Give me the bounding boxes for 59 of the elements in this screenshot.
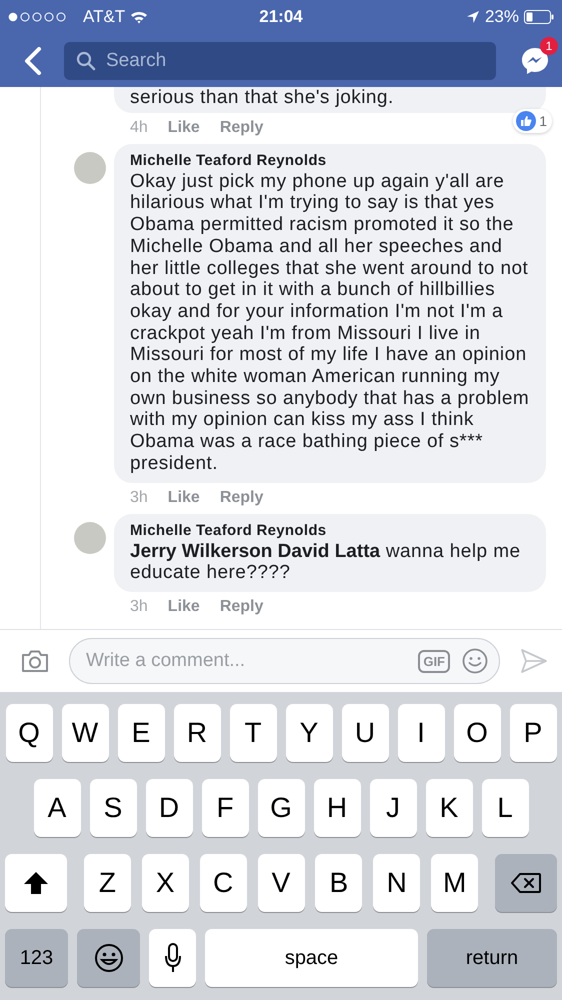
letter-key[interactable]: B <box>315 854 362 912</box>
comment-time: 3h <box>130 598 148 616</box>
letter-key[interactable]: L <box>482 779 528 837</box>
letter-key[interactable]: V <box>258 854 304 912</box>
letter-key[interactable]: Q <box>6 704 52 762</box>
comment-author[interactable]: Michelle Teaford Reynolds <box>130 522 532 539</box>
comment-author[interactable]: Michelle Teaford Reynolds <box>130 152 532 169</box>
comment-text: Okay just pick my phone up again y'all are hilarious what I'm trying to say is that yes Obama permitted racism promoted it so the Michelle Obama and all her speeches and her little colleges that she went around to not about to get in it with a bunch of hillbillies okay and for your information I'm not I'm a crackpot yeah I'm from Missouri I live in Missouri for most of my life I have an opinion on the white woman American running my own business so anybody that has a problem with my opinion can kiss my ass I think Obama was a race bathing piece of s*** president. <box>130 170 530 475</box>
letter-key[interactable]: J <box>370 779 416 837</box>
letter-key[interactable]: K <box>426 779 472 837</box>
battery-percent: 23% <box>484 7 519 27</box>
letter-key[interactable]: T <box>230 704 276 762</box>
letter-key[interactable]: O <box>454 704 500 762</box>
backspace-key[interactable] <box>495 854 557 912</box>
thumbs-up-icon <box>516 110 536 131</box>
letter-key[interactable]: S <box>90 779 136 837</box>
letter-key[interactable]: M <box>431 854 478 912</box>
carrier-name: AT&T <box>83 7 126 27</box>
letter-key[interactable]: U <box>342 704 388 762</box>
notification-badge: 1 <box>540 36 558 54</box>
shift-icon <box>23 871 49 895</box>
shift-key[interactable] <box>5 854 67 912</box>
comment-text: Jerry Wilkerson David Latta wanna help me educate here???? <box>130 540 522 584</box>
letter-key[interactable]: Z <box>84 854 131 912</box>
back-icon[interactable] <box>24 46 42 74</box>
letter-key[interactable]: C <box>200 854 247 912</box>
battery-icon <box>524 10 554 24</box>
letter-key[interactable]: F <box>202 779 248 837</box>
emoji-key[interactable] <box>77 929 140 987</box>
return-key[interactable]: return <box>427 929 557 987</box>
letter-key[interactable]: P <box>510 704 556 762</box>
clock-time: 21:04 <box>259 7 303 27</box>
reaction-count[interactable]: 1 <box>513 108 552 133</box>
letter-key[interactable]: W <box>62 704 108 762</box>
letter-key[interactable]: R <box>174 704 220 762</box>
letter-key[interactable]: I <box>398 704 444 762</box>
letter-key[interactable]: E <box>118 704 164 762</box>
comment-time: 3h <box>130 488 148 507</box>
microphone-icon <box>164 943 182 973</box>
wifi-icon <box>130 10 148 24</box>
emoji-icon <box>94 943 124 973</box>
search-icon <box>76 50 96 70</box>
backspace-icon <box>510 872 542 894</box>
letter-key[interactable]: D <box>146 779 192 837</box>
space-key[interactable]: space <box>205 929 418 987</box>
letter-key[interactable]: G <box>258 779 304 837</box>
letter-key[interactable]: N <box>373 854 420 912</box>
search-field[interactable]: Search <box>64 42 496 80</box>
numbers-key[interactable]: 123 <box>5 929 68 987</box>
letter-key[interactable]: X <box>142 854 189 912</box>
location-arrow-icon <box>466 10 480 24</box>
letter-key[interactable]: A <box>34 779 80 837</box>
letter-key[interactable]: Y <box>286 704 332 762</box>
comment-time: 4h <box>130 118 148 137</box>
microphone-key[interactable] <box>149 929 196 987</box>
emoji-icon[interactable] <box>462 648 488 674</box>
camera-icon[interactable] <box>21 649 49 673</box>
letter-key[interactable]: H <box>314 779 360 837</box>
comment-text: serious than that she's joking. <box>130 87 395 109</box>
